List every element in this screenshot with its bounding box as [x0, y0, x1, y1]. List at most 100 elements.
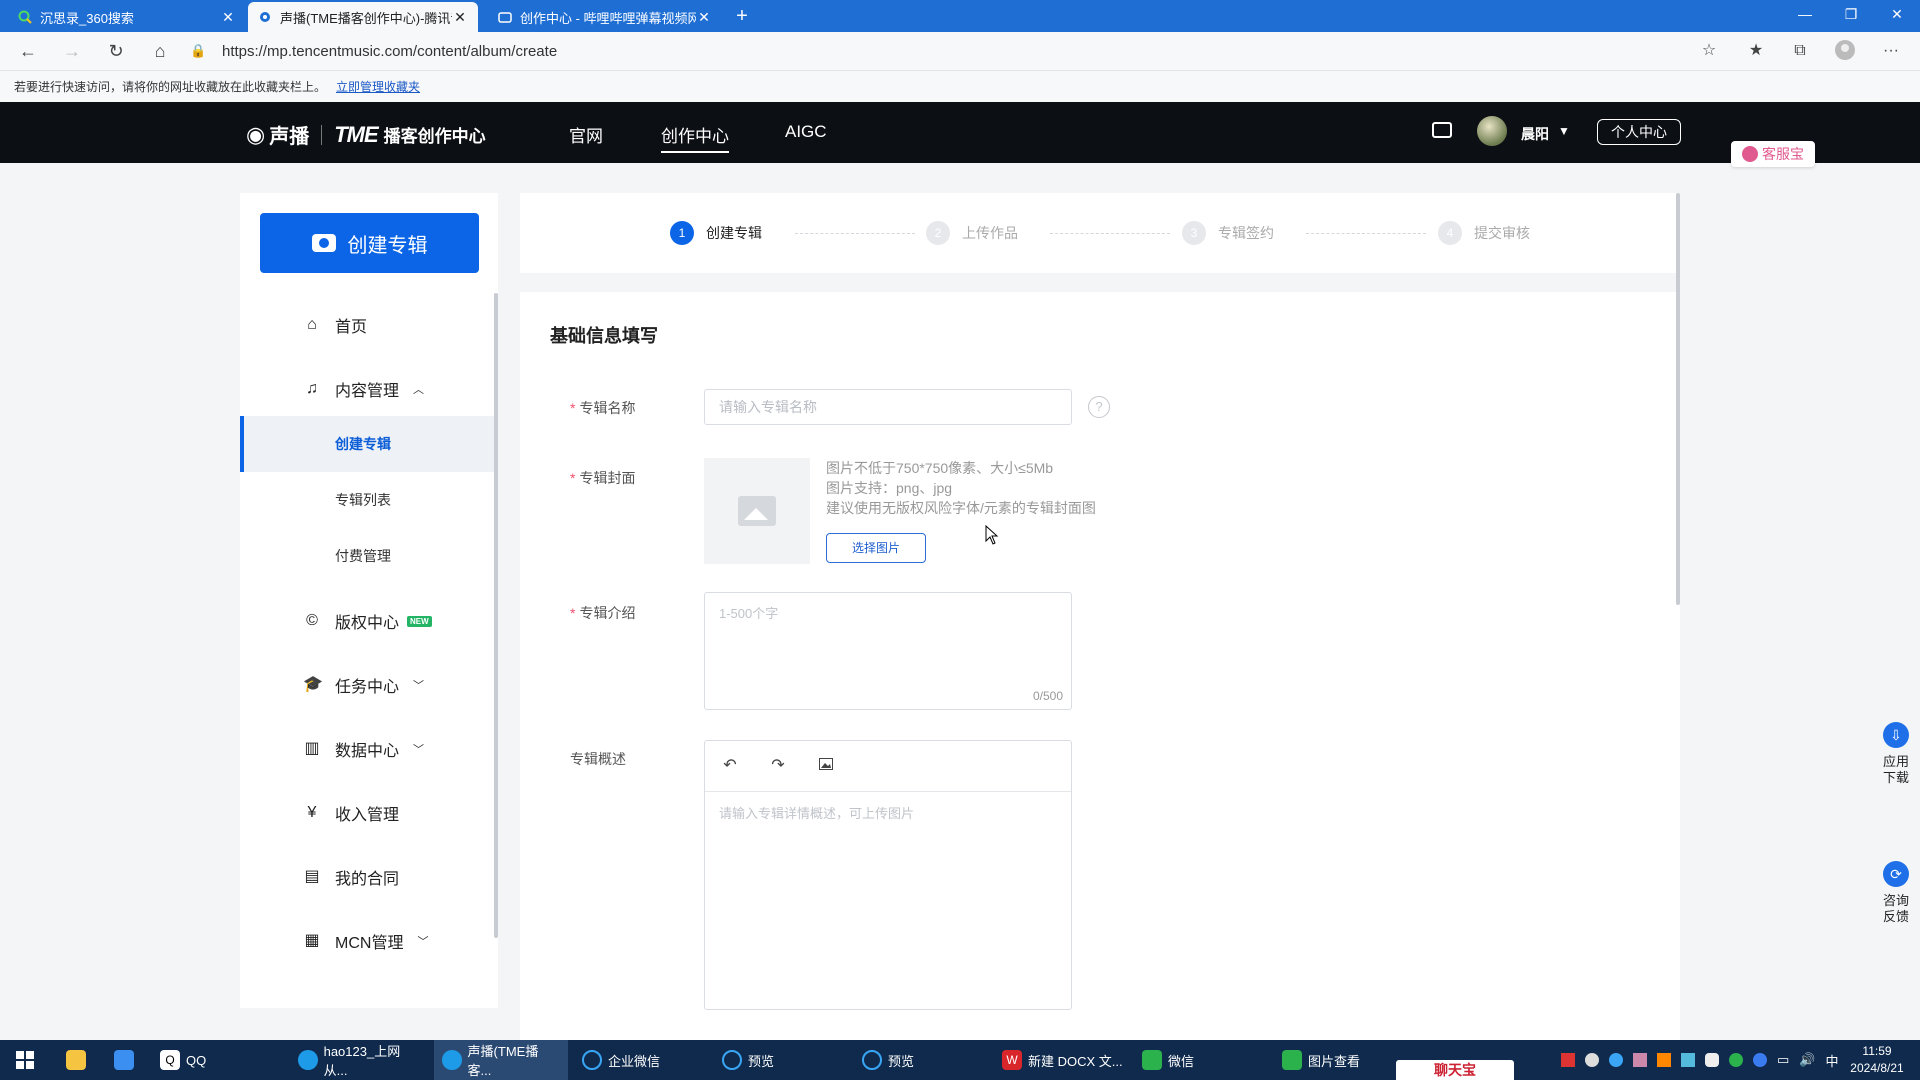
sidebar-item-label: MCN管理	[335, 935, 404, 952]
browser-tab-active[interactable]: 声播(TME播客创作中心)-腾讯音 ✕	[248, 2, 478, 32]
browser-tabbar: 沉思录_360搜索 ✕ 声播(TME播客创作中心)-腾讯音 ✕ 创作中心 - 哔…	[0, 0, 1920, 32]
customer-service-button[interactable]: 客服宝	[1731, 141, 1815, 167]
file-explorer-icon[interactable]	[58, 1040, 100, 1080]
album-name-input[interactable]	[704, 389, 1072, 425]
sidebar-scrollbar[interactable]	[494, 293, 498, 938]
overview-editor[interactable]: ↶ ↷ 请输入专辑详情概述，可上传图片	[704, 740, 1072, 1010]
site-header: ◉ 声播 TME 播客创作中心 官网 创作中心 AIGC 晨阳 ▼ 个人中心	[0, 102, 1920, 163]
taskbar-item-wecom[interactable]: 企业微信	[574, 1040, 668, 1080]
home-icon[interactable]: ⌂	[146, 39, 174, 63]
taskbar-item-qq[interactable]: Q QQ	[152, 1040, 214, 1080]
taskbar-item-image-viewer[interactable]: 图片查看	[1274, 1040, 1368, 1080]
avatar[interactable]	[1477, 116, 1507, 146]
tray-app-icon[interactable]	[1633, 1053, 1647, 1067]
store-icon[interactable]	[106, 1040, 148, 1080]
sidebar-sub-album-list[interactable]: 专辑列表	[240, 472, 498, 528]
ime-indicator[interactable]: 中	[1825, 1051, 1838, 1070]
editor-placeholder[interactable]: 请输入专辑详情概述，可上传图片	[719, 803, 914, 822]
message-icon[interactable]	[1432, 122, 1452, 138]
system-clock[interactable]: 11:59 2024/8/21	[1838, 1043, 1916, 1077]
sidebar-item-copyright[interactable]: © 版权中心 NEW	[240, 596, 498, 646]
step-label: 创建专辑	[706, 225, 762, 241]
undo-icon[interactable]: ↶	[719, 755, 741, 777]
site-logo[interactable]: ◉ 声播 TME 播客创作中心	[246, 120, 486, 149]
browser-tab[interactable]: 沉思录_360搜索 ✕	[8, 2, 246, 32]
sidebar-item-contract[interactable]: ▤ 我的合同	[240, 852, 498, 902]
sidebar-sub-create-album[interactable]: 创建专辑	[240, 416, 498, 472]
more-icon[interactable]: ···	[1878, 39, 1904, 63]
taskbar-item-browser[interactable]: hao123_上网从...	[290, 1040, 430, 1080]
sidebar-item-income[interactable]: ¥ 收入管理	[240, 788, 498, 838]
album-intro-field[interactable]: 0/500	[704, 592, 1072, 710]
tray-app-icon[interactable]	[1585, 1053, 1599, 1067]
microphone-icon[interactable]	[1705, 1053, 1719, 1067]
wps-icon: W	[1002, 1050, 1022, 1070]
cover-upload-box[interactable]	[704, 458, 810, 564]
collections-icon[interactable]: ⧉	[1787, 39, 1813, 63]
minimize-icon[interactable]: —	[1782, 0, 1828, 32]
favorites-icon[interactable]: ★	[1743, 39, 1769, 63]
refresh-icon[interactable]: ↻	[102, 39, 130, 63]
create-album-label: 创建专辑	[347, 234, 428, 257]
album-intro-label: * 专辑介绍	[570, 605, 636, 621]
network-icon[interactable]: ▭	[1777, 1052, 1789, 1068]
close-window-icon[interactable]: ✕	[1874, 0, 1920, 32]
taskbar-item-preview-2[interactable]: 预览	[854, 1040, 922, 1080]
sidebar-sub-payment[interactable]: 付费管理	[240, 528, 498, 584]
feedback-button[interactable]: ⟳ 咨询反馈	[1872, 861, 1920, 925]
copyright-icon: ©	[306, 612, 318, 629]
forward-icon[interactable]: →	[58, 39, 86, 63]
close-icon[interactable]: ✕	[452, 9, 468, 26]
manage-favorites-link[interactable]: 立即管理收藏夹	[336, 78, 420, 95]
start-icon[interactable]	[8, 1040, 42, 1080]
tab-title: 声播(TME播客创作中心)-腾讯音	[280, 10, 452, 26]
nav-official[interactable]: 官网	[569, 122, 603, 147]
profile-icon[interactable]	[1832, 39, 1858, 63]
wechat-tray-icon[interactable]	[1729, 1053, 1743, 1067]
sidebar-item-data[interactable]: ▥ 数据中心 ﹀	[240, 724, 498, 774]
nav-creation-center[interactable]: 创作中心	[661, 122, 729, 153]
close-icon[interactable]: ✕	[696, 9, 712, 26]
redo-icon[interactable]: ↷	[767, 755, 789, 777]
app-download-button[interactable]: ⇩ 应用下载	[1872, 722, 1920, 786]
close-icon[interactable]: ✕	[220, 9, 236, 26]
caret-down-icon[interactable]: ▼	[1558, 124, 1570, 138]
album-intro-textarea[interactable]	[705, 593, 1071, 673]
step-number: 3	[1182, 221, 1206, 245]
new-tab-button[interactable]: +	[730, 4, 754, 28]
tray-app-icon[interactable]	[1657, 1053, 1671, 1067]
personal-center-button[interactable]: 个人中心	[1597, 119, 1681, 145]
sidebar-item-tasks[interactable]: 🎓 任务中心 ﹀	[240, 660, 498, 710]
wechat-icon	[1282, 1050, 1302, 1070]
new-badge: NEW	[407, 615, 432, 627]
tray-app-icon[interactable]	[1561, 1053, 1575, 1067]
chat-notice-popup[interactable]: 聊天宝	[1396, 1060, 1514, 1080]
user-name[interactable]: 晨阳	[1521, 124, 1549, 144]
choose-image-button[interactable]: 选择图片	[826, 533, 926, 563]
taskbar-item-preview[interactable]: 预览	[714, 1040, 782, 1080]
taskbar-item-wechat[interactable]: 微信	[1134, 1040, 1202, 1080]
sidebar-item-mcn[interactable]: ▦ MCN管理 ﹀	[240, 916, 498, 966]
url-field[interactable]: 🔒 https://mp.tencentmusic.com/content/al…	[190, 36, 1710, 66]
taskbar-item-wps[interactable]: W 新建 DOCX 文...	[994, 1040, 1131, 1080]
create-album-button[interactable]: 创建专辑	[260, 213, 479, 273]
step-number: 2	[926, 221, 950, 245]
insert-image-icon[interactable]	[815, 755, 837, 777]
sidebar-item-home[interactable]: ⌂ 首页	[240, 300, 498, 350]
sidebar-item-content[interactable]: ♫ 内容管理 ︿	[240, 364, 498, 414]
star-icon[interactable]: ☆	[1696, 39, 1722, 63]
logo-name: 声播	[269, 126, 310, 148]
bluetooth-icon[interactable]	[1753, 1053, 1767, 1067]
search-icon	[722, 1050, 742, 1070]
main-scrollbar[interactable]	[1676, 193, 1680, 605]
help-icon[interactable]: ?	[1088, 396, 1110, 418]
taskbar-item-browser-active[interactable]: 声播(TME播客...	[434, 1040, 568, 1080]
restore-icon[interactable]: ❐	[1828, 0, 1874, 32]
tray-app-icon[interactable]	[1681, 1053, 1695, 1067]
nav-aigc[interactable]: AIGC	[785, 122, 827, 142]
back-icon[interactable]: ←	[14, 39, 42, 63]
sidebar-item-label: 数据中心	[335, 743, 400, 760]
browser-tab[interactable]: 创作中心 - 哔哩哔哩弹幕视频网 ✕	[488, 2, 722, 32]
tray-app-icon[interactable]	[1609, 1053, 1623, 1067]
volume-icon[interactable]: 🔊	[1799, 1052, 1815, 1068]
